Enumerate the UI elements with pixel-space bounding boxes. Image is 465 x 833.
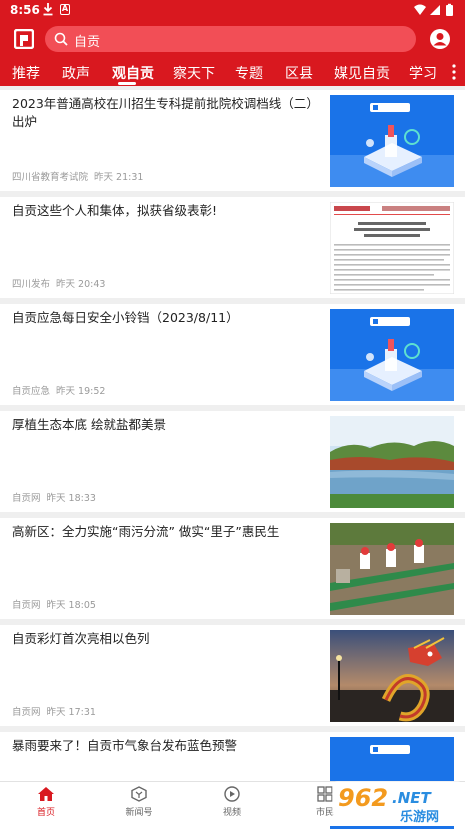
article-title[interactable]: 自贡彩灯首次亮相以色列: [12, 630, 322, 648]
home-icon: [38, 787, 54, 801]
signal-icon: [430, 5, 440, 15]
nav-video-label: 视频: [222, 808, 241, 818]
search-icon: [54, 32, 68, 46]
tab-recommend[interactable]: 推荐: [12, 63, 40, 83]
tab-districts[interactable]: 区县: [285, 63, 313, 83]
active-tab-indicator: [118, 82, 136, 85]
article-thumbnail-blue[interactable]: [330, 309, 454, 401]
article-card[interactable]: 厚植生态本底 绘就盐都美景 自贡网 昨天 18:33: [0, 411, 465, 512]
svg-text:962: 962: [338, 784, 388, 812]
article-card[interactable]: 高新区：全力实施“雨污分流” 做实“里子”惠民生 自贡网 昨天 18:05: [0, 518, 465, 619]
article-source: 自贡网: [12, 493, 41, 504]
article-title[interactable]: 高新区：全力实施“雨污分流” 做实“里子”惠民生: [12, 523, 322, 541]
article-card[interactable]: 2023年普通高校在川招生专科提前批院校调档线（二）出炉 四川省教育考试院 昨天 …: [0, 90, 465, 191]
article-time: 昨天 20:43: [56, 279, 106, 290]
article-thumbnail-dragon-lantern[interactable]: [330, 630, 454, 722]
article-title[interactable]: 自贡应急每日安全小铃铛（2023/8/11）: [12, 309, 322, 327]
search-bar[interactable]: 自贡: [45, 26, 416, 52]
article-thumbnail-construction[interactable]: [330, 523, 454, 615]
article-time: 昨天 19:52: [56, 386, 106, 397]
article-meta: 自贡网 昨天 18:05: [12, 597, 96, 611]
nav-news-account[interactable]: 新闻号: [109, 786, 169, 818]
watermark-logo: 962 .NET 乐游网: [332, 781, 463, 825]
article-time: 昨天 21:31: [94, 172, 144, 183]
tab-world[interactable]: 察天下: [173, 63, 215, 83]
article-card[interactable]: 自贡彩灯首次亮相以色列 自贡网 昨天 17:31: [0, 625, 465, 726]
app-logo-icon[interactable]: [14, 29, 34, 49]
nav-news-account-label: 新闻号: [125, 808, 153, 818]
article-time: 昨天 18:33: [46, 493, 96, 504]
article-title[interactable]: 2023年普通高校在川招生专科提前批院校调档线（二）出炉: [12, 95, 322, 131]
article-source: 自贡网: [12, 707, 41, 718]
article-meta: 四川发布 昨天 20:43: [12, 276, 105, 290]
tab-politics[interactable]: 政声: [62, 63, 90, 83]
app-header: 自贡: [0, 20, 465, 58]
article-source: 四川发布: [12, 279, 51, 290]
nav-home[interactable]: 首页: [16, 786, 76, 818]
article-title[interactable]: 自贡这些个人和集体，拟获省级表彰!: [12, 202, 322, 220]
article-card[interactable]: 自贡这些个人和集体，拟获省级表彰! 四川发布 昨天 20:43: [0, 197, 465, 298]
user-avatar-icon[interactable]: [429, 28, 451, 50]
hexagon-icon: [131, 786, 147, 802]
a-notification-icon: A: [60, 4, 70, 15]
article-title[interactable]: 暴雨要来了！自贡市气象台发布蓝色预警: [12, 737, 322, 755]
search-input[interactable]: 自贡: [74, 31, 100, 50]
nav-home-label: 首页: [36, 808, 55, 818]
nav-video[interactable]: 视频: [202, 786, 262, 818]
svg-text:乐游网: 乐游网: [400, 809, 439, 825]
article-meta: 自贡网 昨天 18:33: [12, 490, 96, 504]
article-thumbnail-blue[interactable]: [330, 95, 454, 187]
article-meta: 自贡网 昨天 17:31: [12, 704, 96, 718]
tab-topics[interactable]: 专题: [235, 63, 263, 83]
more-vert-icon[interactable]: [451, 63, 457, 81]
download-icon: [43, 3, 53, 16]
article-time: 昨天 18:05: [46, 600, 96, 611]
article-source: 四川省教育考试院: [12, 172, 89, 183]
article-source: 自贡应急: [12, 386, 51, 397]
tab-zigong[interactable]: 观自贡: [112, 63, 154, 83]
channel-tabs: 推荐 政声 观自贡 察天下 专题 区县 媒见自贡 学习: [0, 58, 465, 86]
article-title[interactable]: 厚植生态本底 绘就盐都美景: [12, 416, 322, 434]
svg-text:.NET: .NET: [392, 789, 432, 807]
status-bar: 8:56 A: [0, 0, 465, 20]
status-time: 8:56: [10, 3, 40, 17]
battery-icon: [446, 5, 453, 16]
article-meta: 四川省教育考试院 昨天 21:31: [12, 169, 143, 183]
article-thumbnail-lake[interactable]: [330, 416, 454, 508]
article-meta: 自贡应急 昨天 19:52: [12, 383, 105, 397]
article-source: 自贡网: [12, 600, 41, 611]
article-time: 昨天 17:31: [46, 707, 96, 718]
tab-study[interactable]: 学习: [409, 63, 437, 83]
system-status-icons: [414, 3, 453, 16]
article-card[interactable]: 自贡应急每日安全小铃铛（2023/8/11） 自贡应急 昨天 19:52: [0, 304, 465, 405]
tab-media[interactable]: 媒见自贡: [334, 63, 390, 83]
article-thumbnail-document[interactable]: [330, 202, 454, 294]
play-icon: [224, 786, 240, 802]
wifi-icon: [414, 4, 426, 15]
